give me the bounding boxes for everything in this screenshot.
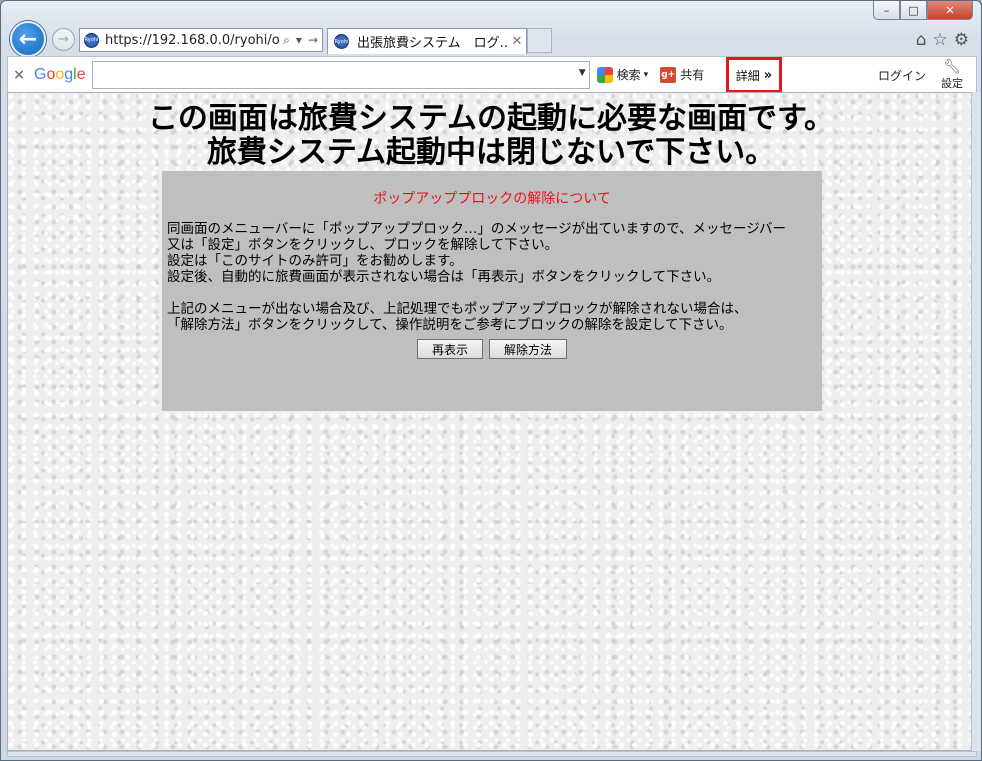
address-bar[interactable]: Ryohi https://192.168.0.0/ryohi/ov ⌕ ▾ →	[79, 28, 323, 52]
back-button[interactable]: ←	[10, 21, 46, 57]
double-chevron-right-icon: »	[763, 67, 773, 83]
arrow-right-icon: →	[58, 32, 69, 47]
status-bar	[7, 751, 977, 757]
chevron-down-icon[interactable]: ▼	[579, 68, 586, 78]
page-headline: この画面は旅費システムの起動に必要な画面です。 旅費システム起動中は閉じないで下…	[8, 101, 972, 170]
toolbar-settings-button[interactable]: 🔧︎ 設定	[934, 59, 970, 91]
instruction-line: 設定は「このサイトのみ許可」をお勧めします。	[167, 253, 463, 269]
share-label: 共有	[680, 68, 705, 82]
dropdown-icon[interactable]: ▾	[296, 33, 302, 48]
unblock-howto-button[interactable]: 解除方法	[489, 339, 568, 359]
search-icon[interactable]: ⌕	[283, 33, 290, 48]
headline-line-1: この画面は旅費システムの起動に必要な画面です。	[147, 101, 835, 136]
wrench-icon: 🔧︎	[943, 59, 961, 75]
arrow-left-icon: ←	[18, 26, 38, 52]
google-search-input[interactable]: ▼	[91, 60, 590, 89]
google-search-button[interactable]: 検索 ▾	[596, 66, 649, 83]
instruction-line: 同画面のメニューバーに「ポップアッププロック…」のメッセージが出ていますので、メ…	[167, 221, 786, 237]
popup-block-panel: ポップアッププロックの解除について 同画面のメニューバーに「ポップアッププロック…	[162, 171, 822, 411]
forward-button[interactable]: →	[52, 28, 75, 51]
maximize-button[interactable]: □	[900, 1, 927, 20]
more-label: 詳細	[735, 68, 760, 83]
instruction-line: 又は「設定」ボタンをクリックし、プロックを解除して下さい。	[167, 237, 559, 253]
tab-close-icon[interactable]: ✕	[508, 34, 526, 49]
new-tab-button[interactable]	[527, 28, 552, 53]
headline-line-2: 旅費システム起動中は閉じないで下さい。	[206, 135, 776, 170]
login-link[interactable]: ログイン	[878, 67, 926, 84]
address-tools: ⌕ ▾ →	[279, 33, 322, 48]
google-plus-icon: g+	[660, 66, 677, 83]
close-window-button[interactable]: ✕	[927, 1, 973, 20]
address-url[interactable]: https://192.168.0.0/ryohi/ov	[105, 33, 279, 48]
panel-instructions: 同画面のメニューバーに「ポップアッププロック…」のメッセージが出ていますので、メ…	[167, 221, 817, 333]
browser-window: – □ ✕ ← → Ryohi https://192.168.0.0/ryoh…	[0, 0, 982, 761]
gear-icon[interactable]: ⚙	[954, 30, 969, 50]
google-logo: Google	[34, 65, 86, 83]
instruction-line: 上記のメニューが出ない場合及び、上記処理でもポップアッププロックが解除されない場…	[167, 301, 748, 317]
toolbar-close-icon[interactable]: ×	[8, 67, 30, 83]
home-icon[interactable]: ⌂	[916, 30, 927, 50]
settings-label: 設定	[941, 77, 963, 90]
go-arrow-icon[interactable]: →	[308, 33, 318, 48]
reload-button[interactable]: 再表示	[416, 339, 483, 359]
browser-icons: ⌂ ☆ ⚙	[916, 30, 969, 50]
tab-title: 出張旅費システム ログ...	[357, 36, 508, 51]
tab-favicon-icon: Ryohi	[334, 34, 349, 49]
minimize-button[interactable]: –	[873, 1, 900, 20]
page-content: この画面は旅費システムの起動に必要な画面です。 旅費システム起動中は閉じないで下…	[7, 92, 973, 751]
instruction-line: 「解除方法」ボタンをクリックして、操作説明をご参考にブロックの解除を設定して下さ…	[167, 317, 733, 333]
panel-title: ポップアッププロックの解除について	[373, 191, 611, 207]
search-button-label: 検索	[616, 68, 641, 82]
tab-active[interactable]: Ryohi 出張旅費システム ログ... ✕	[327, 28, 527, 54]
dropdown-icon[interactable]: ▾	[644, 70, 649, 80]
google-toolbar: × Google ▼ 検索 ▾ g+ 共有 詳細 » ログイン 🔧︎ 設定	[7, 56, 977, 93]
panel-buttons: 再表示 解除方法	[162, 339, 822, 359]
site-favicon-icon: Ryohi	[84, 32, 99, 48]
vertical-scrollbar[interactable]	[971, 92, 981, 751]
favorites-star-icon[interactable]: ☆	[933, 30, 948, 50]
share-button[interactable]: g+ 共有	[660, 66, 704, 83]
google-search-icon	[596, 66, 613, 83]
more-button[interactable]: 詳細 »	[726, 57, 782, 93]
caption-buttons: – □ ✕	[873, 1, 973, 20]
instruction-line: 設定後、自動的に旅費画面が表示されない場合は「再表示」ボタンをクリックして下さい…	[167, 269, 721, 285]
